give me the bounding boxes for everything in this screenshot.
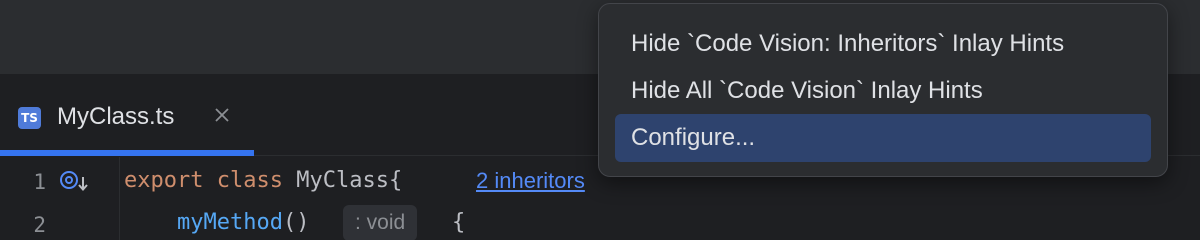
active-tab-indicator (0, 150, 254, 156)
menu-item-hide-inheritors-hints[interactable]: Hide `Code Vision: Inheritors` Inlay Hin… (615, 20, 1151, 68)
keyword-export: export (124, 168, 204, 193)
code-line-2: myMethod() (124, 208, 309, 238)
tab-myclass-ts[interactable]: TS MyClass.ts (0, 74, 254, 156)
method-parens: () (282, 210, 310, 235)
menu-item-configure[interactable]: Configure... (615, 114, 1151, 162)
tab-title: MyClass.ts (57, 103, 175, 130)
code-line-1: export class MyClass{ (124, 166, 402, 196)
class-name: MyClass (296, 168, 389, 193)
open-brace: { (452, 210, 466, 235)
keyword-class: class (216, 168, 283, 193)
menu-item-hide-all-code-vision-hints[interactable]: Hide All `Code Vision` Inlay Hints (615, 67, 1151, 115)
method-name: myMethod (176, 210, 283, 235)
line-number: 2 (33, 213, 46, 237)
inheritors-code-vision-link[interactable]: 2 inheritors (476, 166, 585, 196)
code-vision-context-menu: Hide `Code Vision: Inheritors` Inlay Hin… (598, 3, 1168, 177)
line-number: 1 (33, 170, 46, 194)
ide-window: TS MyClass.ts 1 export class MyClass{ 2 … (0, 0, 1200, 240)
gutter-separator (119, 157, 120, 240)
return-type-inlay-hint[interactable]: : void (343, 205, 418, 240)
close-icon[interactable] (212, 105, 232, 125)
implemented-icon[interactable] (58, 168, 92, 194)
open-brace: { (388, 168, 403, 193)
typescript-file-icon: TS (18, 107, 41, 129)
